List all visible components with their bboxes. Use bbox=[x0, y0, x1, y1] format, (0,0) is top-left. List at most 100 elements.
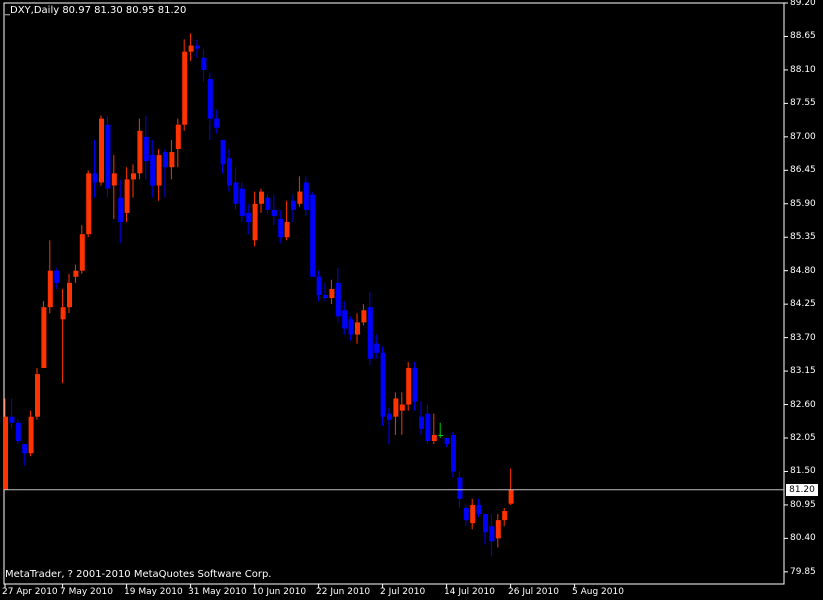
candle-body bbox=[99, 118, 104, 183]
candle-body bbox=[252, 203, 258, 241]
last-price-tag: 81.20 bbox=[786, 484, 818, 496]
candle-body bbox=[374, 343, 380, 353]
candle-body bbox=[495, 520, 501, 539]
x-tick-label: 10 Jun 2010 bbox=[252, 587, 307, 597]
candle-body bbox=[310, 194, 316, 277]
candle-body bbox=[476, 504, 482, 515]
candle-body bbox=[175, 124, 181, 150]
candle-body bbox=[316, 276, 322, 296]
candle-body bbox=[60, 307, 66, 320]
candle-body bbox=[291, 200, 296, 210]
candle-body bbox=[28, 416, 34, 454]
candle-body bbox=[444, 437, 450, 445]
candle-body bbox=[22, 444, 28, 454]
candle-body bbox=[233, 182, 239, 204]
candle-body bbox=[182, 51, 188, 125]
y-tick-label: 89.20 bbox=[790, 0, 816, 8]
candle-body bbox=[431, 434, 437, 442]
candle-body bbox=[406, 368, 412, 405]
x-tick-label: 2 Jul 2010 bbox=[380, 587, 426, 597]
candle-body bbox=[399, 404, 405, 411]
candle-body bbox=[297, 191, 303, 204]
x-tick-label: 26 Jul 2010 bbox=[508, 587, 559, 597]
candle-body bbox=[150, 155, 156, 186]
candle-body bbox=[111, 173, 117, 186]
candle-body bbox=[188, 45, 194, 52]
candle-body bbox=[156, 155, 162, 186]
y-tick-label: 86.45 bbox=[790, 165, 816, 175]
candle-body bbox=[227, 158, 232, 186]
y-tick-label: 85.90 bbox=[790, 199, 816, 209]
plot-frame bbox=[3, 2, 785, 585]
candle-body bbox=[451, 434, 456, 472]
candle-body bbox=[9, 416, 15, 423]
candle-body bbox=[41, 307, 47, 369]
candle-body bbox=[105, 124, 111, 189]
x-tick-label: 7 May 2010 bbox=[60, 587, 113, 597]
candle-body bbox=[335, 282, 341, 317]
candle-body bbox=[131, 173, 136, 180]
candle-body bbox=[278, 218, 284, 238]
candle-body bbox=[163, 152, 168, 168]
x-tick-label: 19 May 2010 bbox=[124, 587, 183, 597]
candle-body bbox=[502, 510, 508, 521]
candle-body bbox=[483, 514, 488, 533]
candle-body bbox=[195, 45, 200, 49]
candle-body bbox=[92, 173, 98, 183]
candle-body bbox=[271, 209, 277, 216]
y-tick-label: 84.25 bbox=[790, 299, 816, 309]
candle-body bbox=[329, 288, 335, 299]
candle-body bbox=[79, 234, 85, 271]
candle-body bbox=[246, 212, 252, 223]
y-tick-label: 84.80 bbox=[790, 266, 816, 276]
candle-body bbox=[342, 310, 348, 329]
y-tick-label: 85.35 bbox=[790, 232, 816, 242]
candle-body bbox=[54, 270, 60, 283]
candle-body bbox=[348, 319, 354, 335]
candle-body bbox=[143, 136, 149, 162]
y-tick-label: 80.95 bbox=[790, 500, 816, 510]
y-tick-label: 80.40 bbox=[790, 533, 816, 543]
y-tick-label: 79.85 bbox=[790, 567, 816, 577]
copyright-text: MetaTrader, ? 2001-2010 MetaQuotes Softw… bbox=[5, 569, 272, 580]
y-tick-label: 88.10 bbox=[790, 65, 816, 75]
candle-body bbox=[323, 295, 328, 299]
candle-body bbox=[3, 416, 8, 490]
y-tick-label: 83.15 bbox=[790, 366, 816, 376]
candle-body bbox=[15, 422, 21, 442]
candle-body bbox=[355, 322, 360, 335]
candle-body bbox=[207, 79, 213, 119]
candle-body bbox=[367, 307, 373, 359]
y-tick-label: 88.65 bbox=[790, 31, 816, 41]
candle-body bbox=[419, 416, 424, 429]
candle-body bbox=[463, 507, 469, 521]
candle-body bbox=[124, 179, 130, 213]
symbol-info: _DXY,Daily 80.97 81.30 80.95 81.20 bbox=[5, 5, 187, 16]
candle-body bbox=[470, 504, 476, 524]
candle-body bbox=[35, 374, 40, 417]
y-tick-label: 82.05 bbox=[790, 433, 816, 443]
x-tick-label: 22 Jun 2010 bbox=[316, 587, 371, 597]
candle-body bbox=[393, 398, 399, 417]
y-tick-label: 87.55 bbox=[790, 98, 816, 108]
x-tick-label: 27 Apr 2010 bbox=[2, 587, 58, 597]
candle-body bbox=[489, 526, 495, 542]
candle-body bbox=[438, 434, 444, 436]
candle-body bbox=[412, 368, 418, 402]
candle-body bbox=[86, 173, 92, 235]
candle-body bbox=[47, 270, 53, 308]
candle-body bbox=[137, 130, 143, 174]
y-tick-label: 87.00 bbox=[790, 132, 816, 142]
candle-body bbox=[265, 197, 271, 210]
candle-body bbox=[239, 188, 245, 216]
candle-body bbox=[67, 282, 72, 308]
candle-body bbox=[425, 413, 431, 442]
candle-body bbox=[508, 489, 514, 504]
candle-body bbox=[201, 57, 207, 70]
candle-body bbox=[387, 413, 392, 420]
candle-body bbox=[118, 197, 124, 223]
candle-body bbox=[361, 310, 367, 323]
x-tick-label: 31 May 2010 bbox=[188, 587, 247, 597]
y-tick-label: 83.70 bbox=[790, 333, 816, 343]
x-tick-label: 5 Aug 2010 bbox=[572, 587, 624, 597]
